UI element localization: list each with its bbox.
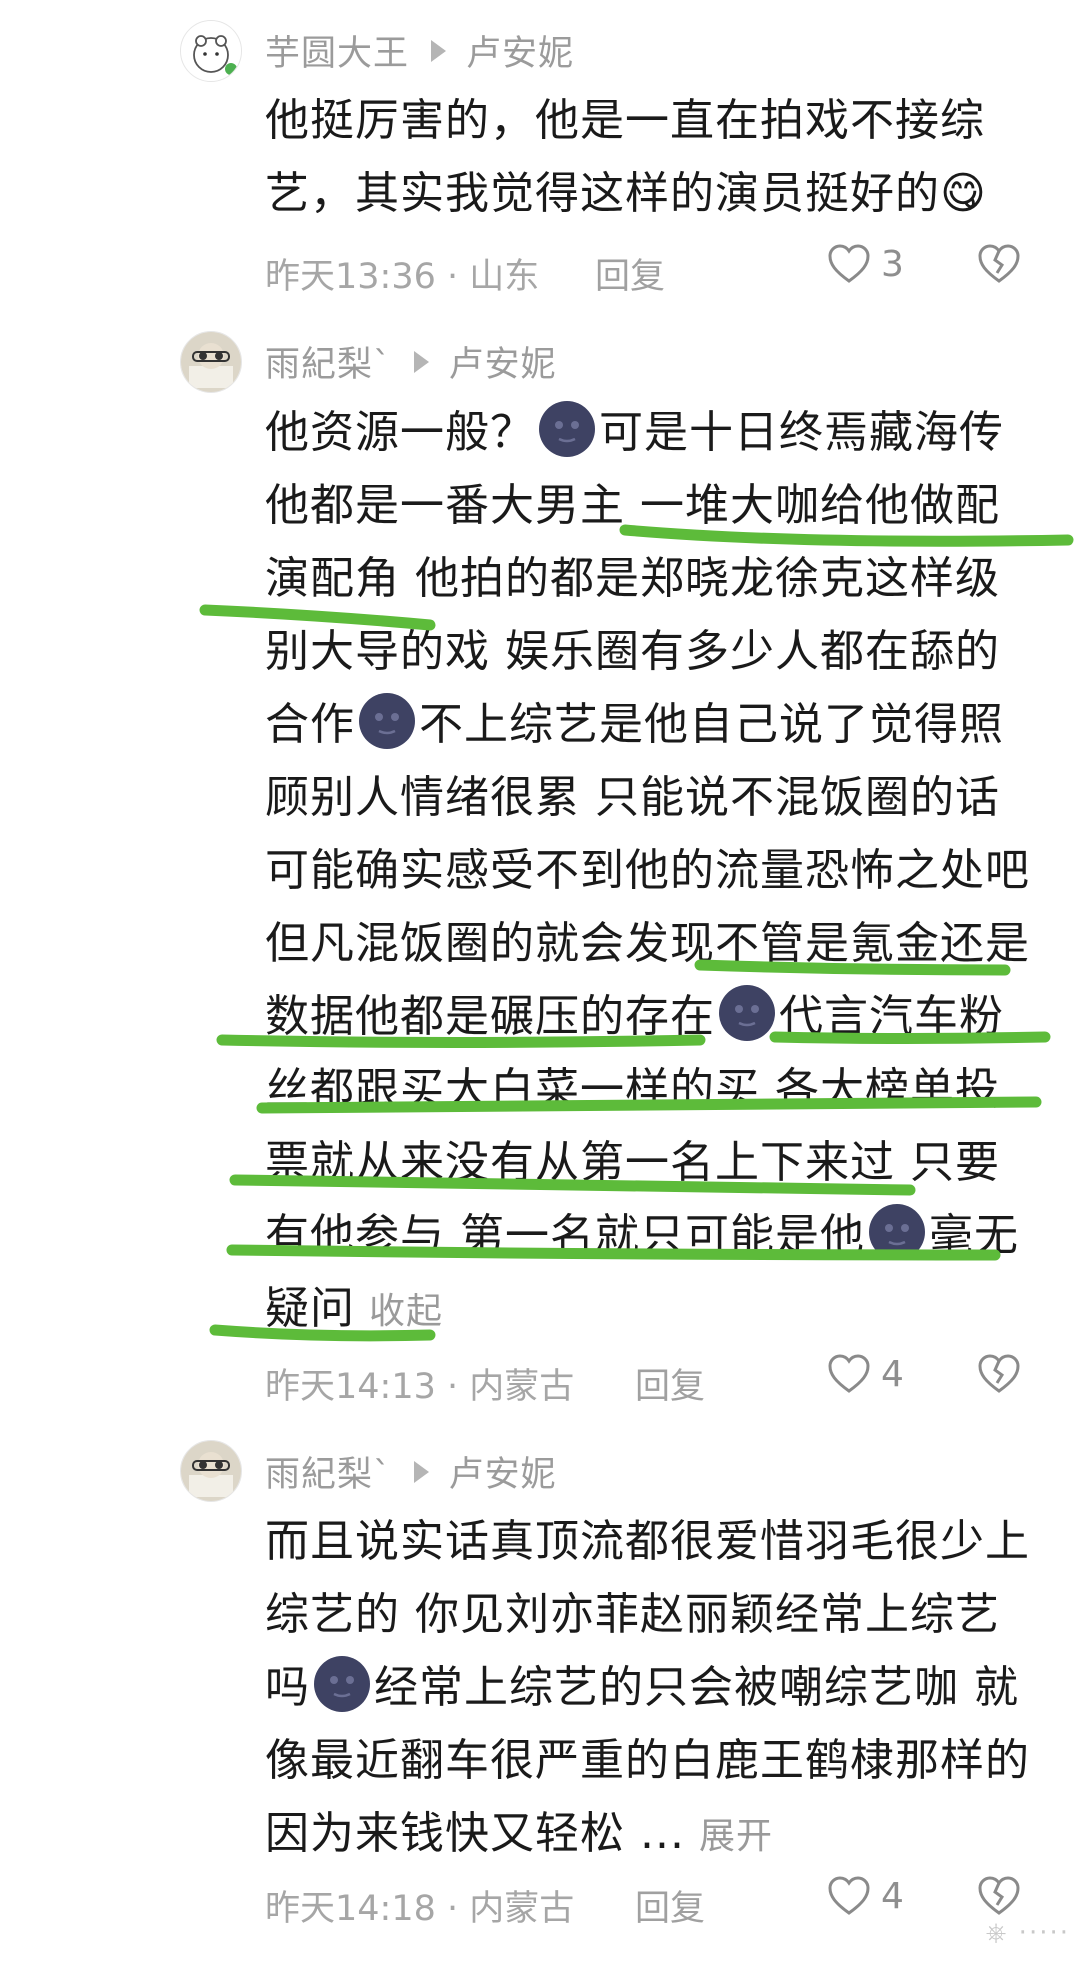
comment-text: 而且说实话真顶流都很爱惜羽毛很少上 综艺的 你见刘亦菲赵丽颖经常上综艺 吗经常上…	[265, 1505, 1045, 1870]
reply-to-name[interactable]: 卢安妮	[466, 25, 574, 76]
reply-arrow-icon	[413, 1460, 429, 1483]
username[interactable]: 雨紀梨`	[265, 336, 392, 387]
dislike-button[interactable]	[975, 1350, 1023, 1407]
reply-button[interactable]: 回复	[635, 1880, 705, 1931]
comment-line: 他资源一般？ 可是十日终焉藏海传	[265, 396, 1045, 469]
comment-line: 但凡混饭圈的就会发现不管是氪金还是	[265, 918, 1030, 969]
comment-line: 合作 不上综艺是他自己说了觉得照	[265, 688, 1045, 761]
comment-line: 别大导的戏 娱乐圈有多少人都在舔的	[265, 626, 1000, 677]
reply-arrow-icon	[413, 350, 429, 373]
comment-line: 顾别人情绪很累 只能说不混饭圈的话	[265, 772, 1000, 823]
comment-line: 可能确实感受不到他的流量恐怖之处吧	[265, 845, 1030, 896]
reply-arrow-icon	[431, 39, 447, 62]
comment-text: 他资源一般？ 可是十日终焉藏海传 他都是一番大男主 一堆大咖给他做配 演配角 他拍…	[265, 396, 1045, 1345]
comment-line: 吗经常上综艺的只会被嘲综艺咖 就	[265, 1651, 1045, 1724]
new-moon-face-emoji	[869, 1204, 925, 1260]
comment-meta: 昨天13:36 · 山东 回复 3	[265, 240, 1045, 300]
yum-face-emoji: 😋	[940, 168, 987, 219]
reply-to-name[interactable]: 卢安妮	[449, 1446, 557, 1497]
timestamp-location: 昨天13:36 · 山东	[265, 257, 540, 297]
comment-line: 他都是一番大男主 一堆大咖给他做配	[265, 480, 1000, 531]
reply-to-name[interactable]: 卢安妮	[449, 336, 557, 387]
like-button[interactable]: 4	[825, 1872, 904, 1920]
like-count: 4	[881, 1875, 904, 1917]
comment-thread: 芋圆大王 卢安妮 他挺厉害的，他是一直在拍戏不接综 艺，其实我觉得这样的演员挺好…	[0, 0, 1080, 1963]
comment-line: 丝都跟买大白菜一样的买 各大榜单投	[265, 1064, 1000, 1115]
comment-meta: 昨天14:13 · 内蒙古 回复 4	[265, 1350, 1045, 1410]
dislike-button[interactable]	[975, 240, 1023, 297]
reply-button[interactable]: 回复	[635, 1358, 705, 1409]
comment-text: 他挺厉害的，他是一直在拍戏不接综 艺，其实我觉得这样的演员挺好的😋	[265, 84, 1045, 230]
reply-button[interactable]: 回复	[595, 248, 665, 299]
comment-line: 有他参与 第一名就只可能是他 毫无	[265, 1199, 1045, 1272]
like-button[interactable]: 3	[825, 240, 904, 288]
like-count: 3	[881, 243, 904, 285]
username[interactable]: 雨紀梨`	[265, 1446, 392, 1497]
like-button[interactable]: 4	[825, 1350, 904, 1398]
new-moon-face-emoji	[314, 1656, 370, 1712]
like-count: 4	[881, 1353, 904, 1395]
comment-line: 而且说实话真顶流都很爱惜羽毛很少上	[265, 1516, 1030, 1567]
comment-line: 演配角 他拍的都是郑晓龙徐克这样级	[265, 553, 1000, 604]
comment-header: 芋圆大王 卢安妮	[265, 25, 574, 76]
heart-outline-icon	[828, 1354, 870, 1393]
comment-line: 艺，其实我觉得这样的演员挺好的😋	[265, 168, 987, 219]
avatar[interactable]	[180, 20, 242, 82]
broken-heart-icon	[978, 1876, 1020, 1915]
comment-line: 疑问 收起	[265, 1283, 444, 1334]
broken-heart-icon	[978, 244, 1020, 283]
broken-heart-icon	[978, 1354, 1020, 1393]
comment-line: 数据他都是碾压的存在 代言汽车粉	[265, 980, 1045, 1053]
username[interactable]: 芋圆大王	[265, 25, 409, 76]
avatar[interactable]	[180, 1440, 242, 1502]
new-moon-face-emoji	[719, 985, 775, 1041]
heart-outline-icon	[828, 1876, 870, 1915]
expand-link[interactable]: 展开	[699, 1816, 773, 1857]
collapse-link[interactable]: 收起	[369, 1291, 443, 1332]
new-moon-face-emoji	[539, 401, 595, 457]
heart-outline-icon	[828, 244, 870, 283]
comment-line: 因为来钱快又轻松 ... 展开	[265, 1808, 773, 1859]
comment-header: 雨紀梨` 卢安妮	[265, 1446, 557, 1497]
avatar[interactable]	[180, 331, 242, 393]
comment-line: 像最近翻车很严重的白鹿王鹤棣那样的	[265, 1735, 1030, 1786]
comment-meta: 昨天14:18 · 内蒙古 回复 4	[265, 1872, 1045, 1932]
timestamp-location: 昨天14:18 · 内蒙古	[265, 1889, 575, 1929]
new-moon-face-emoji	[359, 693, 415, 749]
comment-line: 票就从来没有从第一名上下来过 只要	[265, 1137, 1000, 1188]
comment-line: 他挺厉害的，他是一直在拍戏不接综	[265, 95, 985, 146]
comment-line: 综艺的 你见刘亦菲赵丽颖经常上综艺	[265, 1589, 1000, 1640]
comment-header: 雨紀梨` 卢安妮	[265, 336, 557, 387]
watermark: ⎈ ·····	[985, 1918, 1070, 1948]
timestamp-location: 昨天14:13 · 内蒙古	[265, 1367, 575, 1407]
